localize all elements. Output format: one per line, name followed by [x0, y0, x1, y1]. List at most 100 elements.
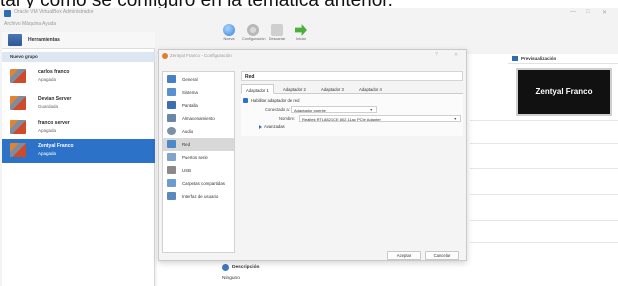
advanced-label: Avanzadas [264, 124, 285, 129]
vm-group-label: Nuevo grupo [10, 54, 38, 59]
vm-item-franco-server[interactable]: franco server Apagada [2, 116, 155, 140]
category-label: Sistema [182, 89, 198, 95]
section-title-text: Red [245, 73, 255, 80]
vm-item-carlos-franco[interactable]: carlos franco Apagada [2, 65, 155, 89]
category-label: Pantalla [182, 102, 198, 108]
category-sistema[interactable]: Sistema [163, 86, 234, 99]
vm-settings-icon [162, 53, 168, 59]
new-icon [223, 24, 235, 36]
vm-item-devian-server[interactable]: Devian Server Guardada [2, 92, 155, 116]
vm-item-zentyal-franco[interactable]: Zentyal Franco Apagada [2, 139, 155, 163]
settings-button-label: Configuración [242, 37, 266, 41]
attached-to-select[interactable]: Adaptador puente ▼ [291, 106, 377, 113]
divider [470, 120, 618, 121]
category-pantalla[interactable]: Pantalla [163, 99, 234, 112]
preview-header[interactable]: Previsualización [508, 54, 618, 64]
category-label: Red [182, 141, 191, 147]
dialog-close-icon[interactable]: ✕ [454, 52, 458, 58]
adapter-name-label: Nombre: [279, 116, 296, 121]
vm-status: Apagada [38, 77, 57, 82]
display-icon [167, 101, 176, 109]
category-label: Puertos serie [182, 154, 208, 160]
menu-archivo[interactable]: Archivo [4, 21, 21, 27]
window-title: Oracle VM VirtualBox Administrador [14, 9, 94, 15]
virtualbox-icon [4, 10, 11, 17]
storage-icon [167, 114, 176, 122]
category-label: General [182, 76, 198, 82]
vm-status: Apagada [38, 128, 57, 133]
tab-adaptador-1[interactable]: Adaptador 1 [241, 84, 274, 94]
vm-os-icon [10, 96, 26, 110]
virtualbox-window: Oracle VM VirtualBox Administrador — □ ✕… [0, 8, 618, 286]
close-icon[interactable]: ✕ [602, 9, 607, 16]
vm-list-pane: Herramientas Nuevo grupo carlos franco A… [2, 32, 155, 286]
description-icon [222, 264, 229, 271]
user-interface-icon [167, 192, 176, 200]
cancel-button[interactable]: Cancelar [425, 251, 459, 260]
category-usb[interactable]: USB [163, 164, 234, 177]
vm-group-header[interactable]: Nuevo grupo [2, 52, 155, 62]
category-puertos-serie[interactable]: Puertos serie [163, 151, 234, 164]
vm-status: Apagada [38, 151, 57, 156]
chevron-down-icon: ▼ [453, 117, 457, 121]
audio-icon [167, 127, 176, 135]
enable-adapter-checkbox[interactable] [243, 98, 248, 103]
attached-to-label: Conectado a: [265, 107, 290, 112]
minimize-icon[interactable]: — [570, 9, 576, 15]
category-almacenamiento[interactable]: Almacenamiento [163, 112, 234, 125]
tab-adaptador-4[interactable]: Adaptador 4 [355, 84, 386, 94]
menu-maquina[interactable]: Máquina [22, 21, 41, 27]
category-interfaz-de-usuario[interactable]: Interfaz de usuario [163, 190, 234, 203]
category-label: Interfaz de usuario [182, 193, 219, 199]
tools-label: Herramientas [28, 37, 60, 43]
tools-row[interactable]: Herramientas [2, 32, 155, 49]
chevron-down-icon: ▼ [369, 108, 373, 112]
adapter-name-select[interactable]: Realtek RTL8821CE 802.11ac PCIe Adapter … [299, 115, 461, 122]
tab-adaptador-2[interactable]: Adaptador 2 [279, 84, 310, 94]
dialog-title: Zentyal Franco - Configuración [170, 53, 232, 58]
start-icon [295, 24, 307, 36]
accept-button[interactable]: Aceptar [387, 251, 421, 260]
help-icon[interactable]: ? [435, 52, 438, 58]
vm-name: carlos franco [38, 69, 70, 75]
settings-dialog: Zentyal Franco - Configuración ? ✕ Gener… [158, 49, 467, 261]
adapter-tabs: Adaptador 1 Adaptador 2 Adaptador 3 Adap… [241, 84, 463, 94]
dialog-titlebar: Zentyal Franco - Configuración ? ✕ [159, 50, 466, 61]
expand-arrow-icon [259, 124, 262, 129]
general-icon [167, 75, 176, 83]
advanced-toggle[interactable]: Avanzadas [259, 124, 285, 129]
category-red[interactable]: Red [163, 138, 234, 151]
adapter-tab-body: Habilitar adaptador de red Conectado a: … [241, 94, 463, 136]
category-label: Carpetas compartidas [182, 180, 225, 186]
vm-name: Zentyal Franco [38, 143, 74, 149]
discard-icon [271, 24, 283, 36]
enable-adapter-label: Habilitar adaptador de red [251, 98, 300, 103]
category-label: Audio [182, 128, 194, 134]
category-general[interactable]: General [163, 73, 234, 86]
tools-icon [8, 34, 22, 46]
new-button[interactable]: Nueva [218, 24, 240, 46]
menu-ayuda[interactable]: Ayuda [42, 21, 56, 27]
description-heading[interactable]: Descripción [232, 265, 259, 270]
main-toolbar: Nueva Configuración Descartar Iniciar [218, 24, 318, 46]
category-audio[interactable]: Audio [163, 125, 234, 138]
tab-adaptador-3[interactable]: Adaptador 3 [317, 84, 348, 94]
divider [470, 194, 618, 195]
discard-button-label: Descartar [268, 37, 286, 41]
category-label: Almacenamiento [182, 115, 215, 121]
vm-os-icon [10, 120, 26, 134]
vm-name: franco server [38, 120, 70, 126]
vm-os-icon [10, 143, 26, 157]
vm-name: Devian Server [38, 96, 72, 102]
shared-folders-icon [167, 179, 176, 187]
maximize-icon[interactable]: □ [586, 9, 590, 15]
start-button[interactable]: Iniciar [290, 24, 312, 46]
discard-button[interactable]: Descartar [266, 24, 288, 46]
start-button-label: Iniciar [295, 37, 307, 41]
category-label: USB [182, 167, 192, 173]
category-carpetas-compartidas[interactable]: Carpetas compartidas [163, 177, 234, 190]
settings-button[interactable]: Configuración [242, 24, 266, 46]
network-icon [167, 140, 176, 148]
section-title: Red [241, 71, 463, 81]
preview-pane: Previsualización Zentyal Franco [508, 54, 618, 116]
